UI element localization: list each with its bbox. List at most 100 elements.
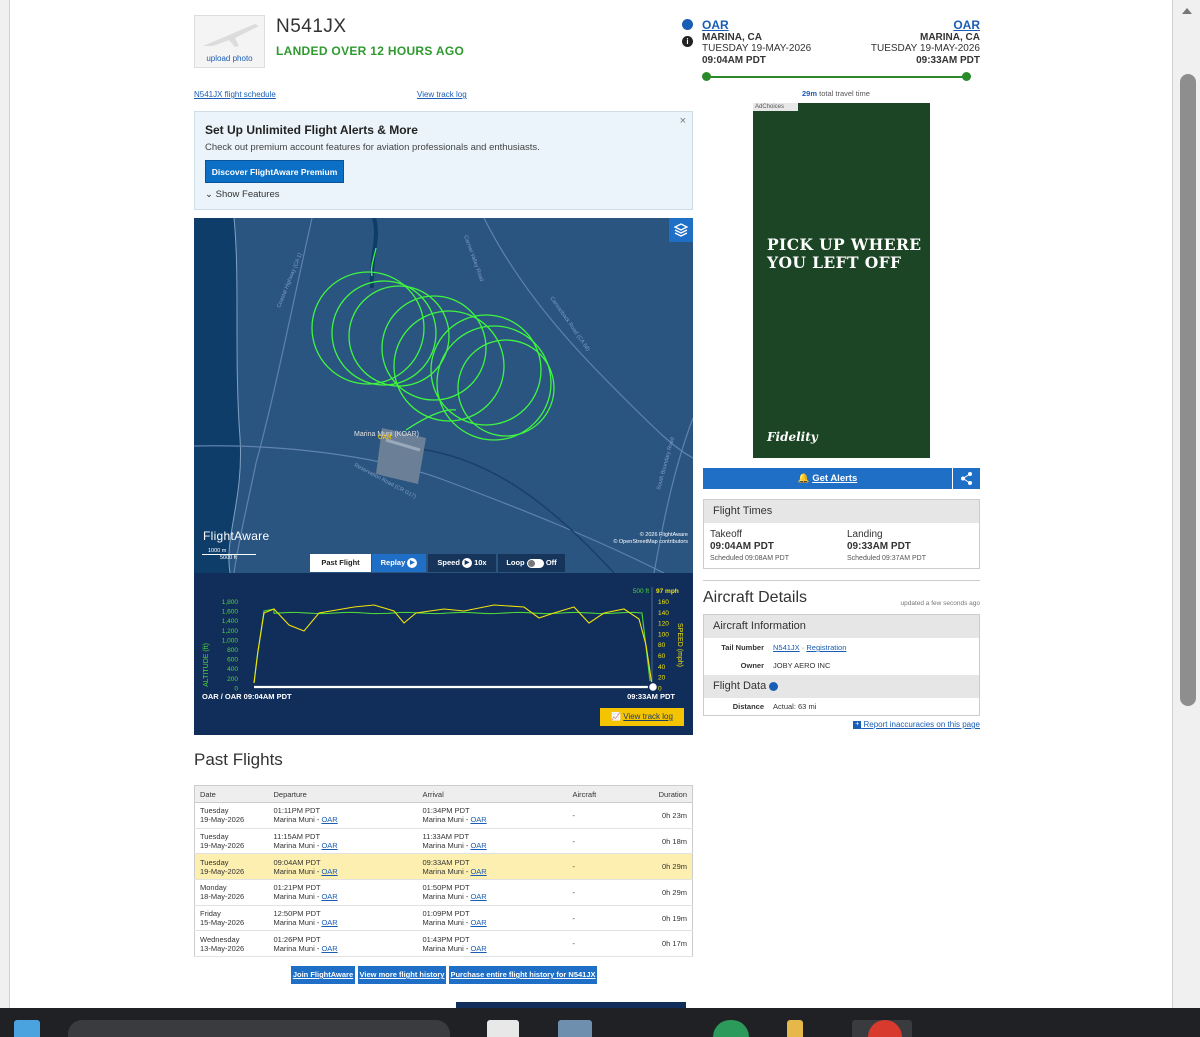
- taskbar-folder-icon[interactable]: [787, 1020, 803, 1037]
- departure-airport-link[interactable]: OAR: [321, 918, 337, 927]
- show-features-toggle[interactable]: ⌄ Show Features: [205, 189, 280, 200]
- destination-city: MARINA, CA: [920, 31, 980, 43]
- scrollbar-thumb[interactable]: [1180, 74, 1196, 706]
- info-icon[interactable]: i: [682, 36, 693, 47]
- arrival-airport-link[interactable]: OAR: [470, 815, 486, 824]
- replay-button[interactable]: Replay ▶: [372, 554, 426, 572]
- past-flight-tab[interactable]: Past Flight: [310, 554, 371, 572]
- scroll-up-arrow-icon[interactable]: [1182, 8, 1192, 14]
- view-track-log-button[interactable]: 📈 View track log: [600, 708, 684, 726]
- table-row[interactable]: Tuesday 19-May-2026 09:04AM PDT Marina Muni…: [194, 853, 693, 881]
- registration-link[interactable]: Registration: [806, 643, 846, 652]
- map-layers-button[interactable]: [669, 218, 693, 242]
- gear-icon[interactable]: [682, 19, 693, 30]
- departure-airport-link[interactable]: OAR: [321, 944, 337, 953]
- speed-tick-label: 140: [658, 610, 669, 617]
- taskbar-app-icon[interactable]: [487, 1020, 519, 1037]
- arrival-airport-link[interactable]: OAR: [470, 841, 486, 850]
- close-icon[interactable]: ×: [680, 115, 686, 127]
- distance-label: Distance: [732, 702, 764, 711]
- speed-value: 10x: [474, 558, 487, 567]
- flight-map[interactable]: Carmel Valley Road Coastal Highway (CA 1…: [194, 218, 693, 573]
- arrival-airport-link[interactable]: OAR: [470, 944, 486, 953]
- departure-airport-link[interactable]: OAR: [321, 867, 337, 876]
- destination-time: 09:33AM PDT: [916, 54, 980, 66]
- speed-tick-label: 100: [658, 631, 669, 638]
- table-row[interactable]: Friday 15-May-2026 12:50PM PDT Marina Muni …: [194, 905, 693, 932]
- row-aircraft: -: [567, 828, 628, 855]
- destination-code-link[interactable]: OAR: [860, 19, 980, 32]
- arrival-airport-link[interactable]: OAR: [470, 918, 486, 927]
- row-aircraft: -: [567, 802, 628, 829]
- progress-start-dot: [702, 72, 711, 81]
- speed-control[interactable]: Speed ▶ 10x: [428, 554, 496, 572]
- departure-airport-link[interactable]: OAR: [321, 841, 337, 850]
- table-row[interactable]: Wednesday 13-May-2026 01:26PM PDT Marina Mu…: [194, 930, 693, 958]
- view-more-history-button[interactable]: View more flight history: [358, 966, 446, 984]
- table-row[interactable]: Monday 18-May-2026 01:21PM PDT Marina Muni …: [194, 879, 693, 906]
- track-log-link[interactable]: View track log: [417, 90, 467, 99]
- timeline-handle[interactable]: [647, 681, 659, 693]
- flight-track: [311, 247, 555, 441]
- row-arrival: 01:09PM PDT Marina Muni - OAR: [417, 905, 568, 932]
- speed-tick-label: 120: [658, 621, 669, 628]
- altitude-legend: 500 ft: [633, 588, 649, 595]
- column-duration: Duration: [627, 785, 693, 803]
- get-alerts-button[interactable]: 🔔 Get Alerts: [703, 468, 952, 489]
- speed-legend: 97 mph: [656, 588, 679, 595]
- purchase-history-button[interactable]: Purchase entire flight history for N541J…: [449, 966, 597, 984]
- table-row[interactable]: Tuesday 19-May-2026 11:15AM PDT Marina Muni…: [194, 828, 693, 855]
- scale-meters: 1000 m: [202, 548, 256, 555]
- distance-value: Actual: 63 mi: [773, 702, 817, 711]
- flight-data-header: Flight Data: [704, 675, 979, 698]
- landing-scheduled: Scheduled 09:37AM PDT: [847, 555, 926, 562]
- copyright-flightaware: © 2026 FlightAware: [639, 532, 688, 538]
- row-date: Wednesday 13-May-2026: [194, 930, 269, 958]
- departure-airport-link[interactable]: OAR: [321, 892, 337, 901]
- arrival-airport-link[interactable]: OAR: [470, 867, 486, 876]
- table-row[interactable]: Tuesday 19-May-2026 01:11PM PDT Marina Muni…: [194, 802, 693, 829]
- discover-premium-button[interactable]: Discover FlightAware Premium: [205, 160, 344, 183]
- row-duration: 0h 29m: [627, 879, 693, 906]
- altitude-tick-label: 200: [227, 676, 238, 683]
- page-title: N541JX: [276, 16, 347, 37]
- past-flights-body: Tuesday 19-May-2026 01:11PM PDT Marina Muni…: [194, 802, 693, 958]
- loop-toggle[interactable]: Loop Off: [498, 554, 565, 572]
- origin-block: OAR MARINA, CA TUESDAY 19-MAY-2026 09:04…: [702, 19, 812, 66]
- loop-state: Off: [545, 558, 557, 567]
- alerts-promo: Set Up Unlimited Flight Alerts & More Ch…: [194, 111, 693, 210]
- upload-photo-link[interactable]: upload photo: [195, 54, 264, 63]
- landing-block: Landing 09:33AM PDT Scheduled 09:37AM PD…: [847, 529, 926, 565]
- altitude-tick-label: 600: [227, 657, 238, 664]
- share-button[interactable]: [953, 468, 980, 489]
- tail-number-link[interactable]: N541JX: [773, 643, 800, 652]
- play-icon: ▶: [407, 558, 418, 569]
- report-inaccuracies-link[interactable]: + Report inaccuracies on this page: [852, 720, 980, 729]
- map-scale: 1000 m 5000 ft: [202, 548, 256, 561]
- speed-tick-label: 60: [658, 653, 666, 660]
- origin-code-link[interactable]: OAR: [702, 19, 811, 32]
- flight-schedule-link[interactable]: N541JX flight schedule: [194, 90, 276, 99]
- adchoices-badge[interactable]: AdChoices: [753, 103, 798, 111]
- start-icon[interactable]: [14, 1020, 40, 1037]
- row-date: Tuesday 19-May-2026: [194, 802, 269, 829]
- gear-icon[interactable]: [769, 681, 779, 691]
- departure-airport-link[interactable]: OAR: [321, 815, 337, 824]
- row-departure: 09:04AM PDT Marina Muni - OAR: [268, 853, 418, 881]
- travel-label: total travel time: [819, 89, 870, 98]
- aircraft-photo-placeholder[interactable]: upload photo: [194, 15, 265, 68]
- airplane-icon: [203, 24, 259, 47]
- origin-date: TUESDAY 19-MAY-2026: [702, 43, 812, 54]
- taskbar-search[interactable]: [68, 1020, 450, 1037]
- table-header-row: Date Departure Arrival Aircraft Duration: [194, 785, 693, 803]
- join-flightaware-button[interactable]: Join FlightAware: [291, 966, 355, 984]
- advertisement[interactable]: [753, 103, 930, 458]
- altitude-tick-label: 800: [227, 647, 238, 654]
- speed-tick-label: 160: [658, 599, 669, 606]
- column-date: Date: [194, 785, 269, 803]
- road-label-carmel: Carmel Valley Road: [462, 235, 484, 283]
- chevron-down-icon: ⌄: [205, 189, 216, 200]
- arrival-airport-link[interactable]: OAR: [470, 892, 486, 901]
- column-aircraft: Aircraft: [567, 785, 628, 803]
- taskbar-app-icon[interactable]: [558, 1020, 592, 1037]
